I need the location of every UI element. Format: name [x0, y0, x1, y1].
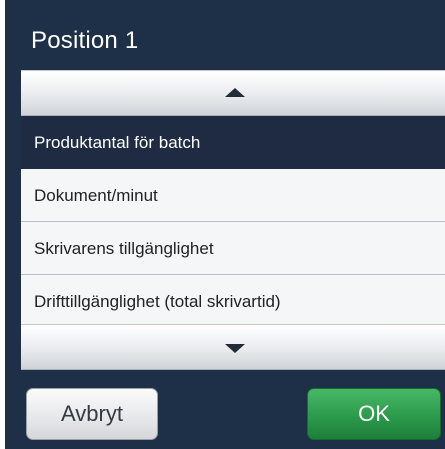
list-item[interactable]: Dokument/minut: [21, 169, 445, 222]
selection-list-panel: Produktantal för batch Dokument/minut Sk…: [21, 70, 445, 370]
triangle-up-icon: [225, 88, 245, 97]
list-item-label: Produktantal för batch: [34, 133, 201, 152]
list-item-label: Skrivarens tillgänglighet: [34, 239, 214, 258]
option-list: Produktantal för batch Dokument/minut Sk…: [21, 116, 445, 324]
cancel-button[interactable]: Avbryt: [26, 388, 158, 440]
scroll-down-button[interactable]: [21, 324, 445, 370]
scroll-up-button[interactable]: [21, 70, 445, 116]
page-title: Position 1: [31, 27, 139, 54]
list-item[interactable]: Skrivarens tillgänglighet: [21, 222, 445, 275]
dialog-window: Position 1 Produktantal för batch Dokume…: [5, 0, 445, 449]
list-item[interactable]: Produktantal för batch: [21, 116, 445, 169]
triangle-down-icon: [225, 344, 245, 353]
list-item-label: Dokument/minut: [34, 186, 158, 205]
ok-button[interactable]: OK: [307, 388, 441, 440]
list-item-label: Drifttillgänglighet (total skrivartid): [34, 292, 281, 311]
list-item[interactable]: Drifttillgänglighet (total skrivartid): [21, 275, 445, 324]
